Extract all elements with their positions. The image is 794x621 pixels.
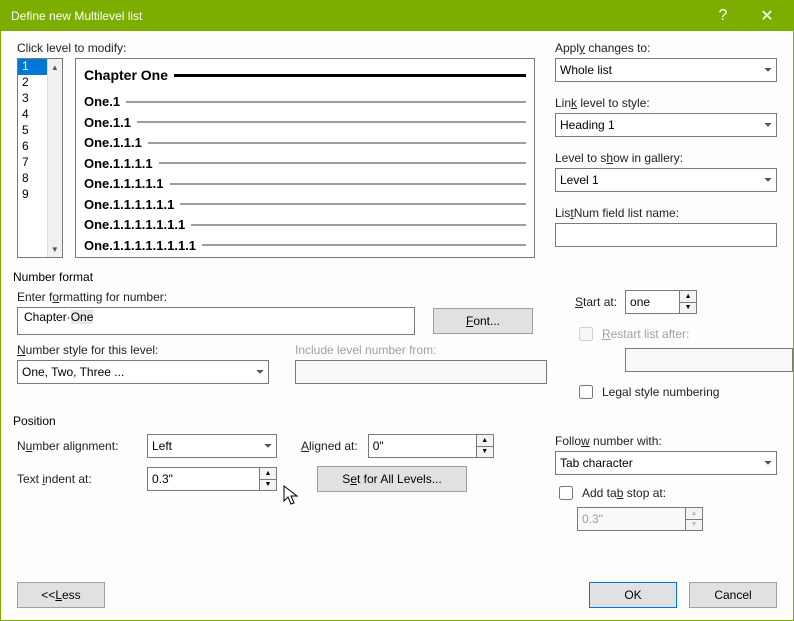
level-item-5[interactable]: 5 [18, 123, 47, 139]
number-format-input[interactable]: Chapter·One [17, 307, 415, 335]
level-item-3[interactable]: 3 [18, 91, 47, 107]
level-list-items[interactable]: 1 2 3 4 5 6 7 8 9 [18, 59, 47, 257]
level-list-label: Click level to modify: [17, 41, 535, 55]
ok-button[interactable]: OK [589, 582, 677, 608]
spin-up-icon[interactable]: ▲ [685, 507, 703, 519]
level-listbox[interactable]: 1 2 3 4 5 6 7 8 9 ▲ [17, 58, 63, 258]
add-tab-stop-checkbox[interactable] [559, 486, 573, 500]
start-at-label: Start at: [575, 295, 617, 309]
level-item-8[interactable]: 8 [18, 171, 47, 187]
aligned-at-input[interactable] [368, 434, 476, 458]
spin-down-icon[interactable]: ▼ [685, 519, 703, 532]
text-indent-input[interactable] [147, 467, 259, 491]
link-level-label: Link level to style: [555, 96, 777, 110]
cancel-button[interactable]: Cancel [689, 582, 777, 608]
aligned-at-label: Aligned at: [301, 439, 358, 453]
add-tab-stop-spinner[interactable]: ▲▼ [577, 507, 703, 531]
start-at-input[interactable] [625, 290, 679, 314]
include-level-select[interactable] [295, 360, 547, 384]
legal-numbering-checkbox[interactable] [579, 385, 593, 399]
preview-line-1: Chapter One [84, 67, 168, 83]
scroll-track[interactable] [48, 75, 62, 241]
apply-changes-select[interactable]: Whole list [555, 58, 777, 82]
scroll-up-icon[interactable]: ▲ [48, 59, 62, 75]
preview-line-8: One.1.1.1.1.1.1.1 [84, 217, 185, 232]
number-alignment-select[interactable]: Left [147, 434, 277, 458]
level-item-2[interactable]: 2 [18, 75, 47, 91]
position-section-title: Position [13, 414, 777, 428]
number-style-select[interactable]: One, Two, Three ... [17, 360, 269, 384]
window-title: Define new Multilevel list [11, 9, 701, 23]
follow-number-select[interactable]: Tab character [555, 451, 777, 475]
text-indent-label: Text indent at: [17, 472, 147, 486]
preview-line-3: One.1.1 [84, 115, 131, 130]
add-tab-stop-input[interactable] [577, 507, 685, 531]
level-item-9[interactable]: 9 [18, 187, 47, 203]
show-gallery-label: Level to show in gallery: [555, 151, 777, 165]
close-button[interactable]: ✕ [745, 1, 789, 31]
spin-down-icon[interactable]: ▼ [476, 446, 494, 459]
set-for-all-levels-button[interactable]: Set for All Levels... [317, 466, 467, 492]
level-item-6[interactable]: 6 [18, 139, 47, 155]
include-level-label: Include level number from: [295, 343, 555, 357]
level-item-7[interactable]: 7 [18, 155, 47, 171]
scroll-down-icon[interactable]: ▼ [48, 241, 62, 257]
level-item-4[interactable]: 4 [18, 107, 47, 123]
level-list-scrollbar[interactable]: ▲ ▼ [47, 59, 62, 257]
restart-list-select[interactable] [625, 348, 793, 372]
apply-changes-label: Apply changes to: [555, 41, 777, 55]
spin-up-icon[interactable]: ▲ [476, 434, 494, 446]
help-button[interactable]: ? [701, 1, 745, 31]
preview-line-7: One.1.1.1.1.1.1 [84, 197, 174, 212]
less-button[interactable]: << Less [17, 582, 105, 608]
start-at-spinner[interactable]: ▲▼ [625, 290, 697, 314]
text-indent-spinner[interactable]: ▲▼ [147, 467, 277, 491]
preview-line-6: One.1.1.1.1.1 [84, 176, 164, 191]
restart-list-label: Restart list after: [602, 327, 689, 341]
spin-down-icon[interactable]: ▼ [259, 479, 277, 492]
list-preview: Chapter One One.1 One.1.1 One.1.1.1 One.… [75, 58, 535, 258]
link-level-select[interactable]: Heading 1 [555, 113, 777, 137]
aligned-at-spinner[interactable]: ▲▼ [368, 434, 494, 458]
listnum-input[interactable] [555, 223, 777, 247]
font-button[interactable]: Font... [433, 308, 533, 334]
dialog-window: Define new Multilevel list ? ✕ Click lev… [0, 0, 794, 621]
titlebar: Define new Multilevel list ? ✕ [1, 1, 793, 31]
preview-line-2: One.1 [84, 94, 120, 109]
number-format-section-title: Number format [13, 270, 777, 284]
number-alignment-label: Number alignment: [17, 439, 147, 453]
show-gallery-select[interactable]: Level 1 [555, 168, 777, 192]
enter-formatting-label: Enter formatting for number: [17, 290, 555, 304]
add-tab-stop-label: Add tab stop at: [582, 486, 666, 500]
legal-numbering-label: Legal style numbering [602, 385, 719, 399]
listnum-label: ListNum field list name: [555, 206, 777, 220]
preview-line-4: One.1.1.1 [84, 135, 142, 150]
follow-number-label: Follow number with: [555, 434, 777, 448]
spin-up-icon[interactable]: ▲ [259, 467, 277, 479]
number-style-label: Number style for this level: [17, 343, 277, 357]
restart-list-checkbox[interactable] [579, 327, 593, 341]
preview-line-5: One.1.1.1.1 [84, 156, 153, 171]
preview-line-9: One.1.1.1.1.1.1.1.1 [84, 238, 196, 253]
level-item-1[interactable]: 1 [18, 59, 47, 75]
spin-up-icon[interactable]: ▲ [679, 290, 697, 302]
spin-down-icon[interactable]: ▼ [679, 302, 697, 315]
